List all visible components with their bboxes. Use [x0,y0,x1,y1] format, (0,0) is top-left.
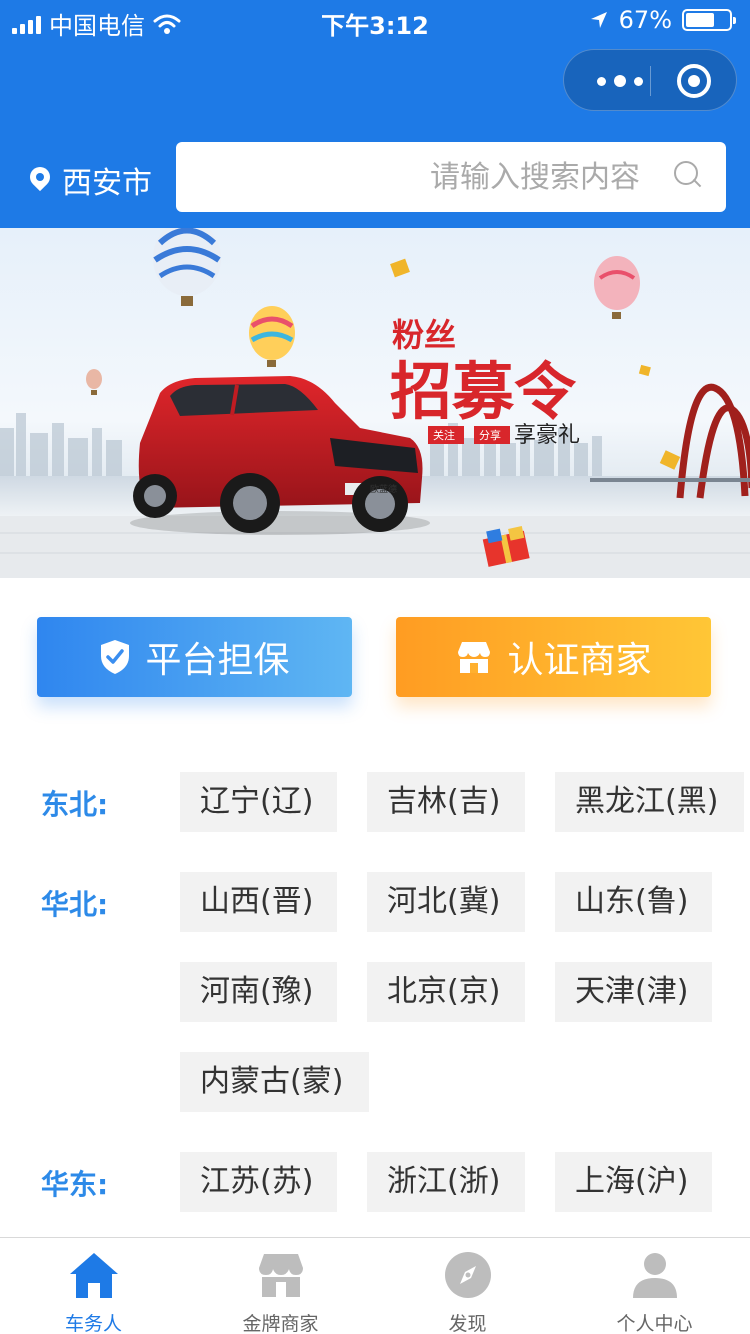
battery-percent: 67% [618,6,672,34]
province-chip[interactable]: 内蒙古(蒙) [180,1052,369,1112]
battery-icon [682,9,736,31]
province-chip[interactable]: 河北(冀) [367,872,525,932]
tab-discover-label: 发现 [448,1313,487,1334]
banner-line1: 粉丝 [392,316,456,354]
store-icon [458,642,491,673]
banner-line2: 招募令 [390,355,577,428]
capsule-divider [650,66,651,96]
merchant-label: 认证商家 [507,640,652,681]
region-label-huadong: 华东: [41,1168,109,1201]
promo-banner[interactable]: 欧蓝德 粉丝 招募令 关注 分享 享豪礼 [0,228,750,578]
province-chip[interactable]: 吉林(吉) [367,772,525,832]
banner-tag1: 关注 [433,428,455,442]
province-chip[interactable]: 山东(鲁) [555,872,712,932]
banner-line3: 享豪礼 [514,423,580,448]
mini-program-capsule [563,49,737,111]
search-input[interactable] [176,142,646,212]
shop-icon [259,1254,303,1297]
certified-merchant-button[interactable]: 认证商家 [396,617,711,697]
tab-home[interactable]: 车务人 [0,1238,187,1334]
more-icon[interactable] [590,72,650,90]
province-chip[interactable]: 浙江(浙) [367,1152,525,1212]
header: 中国电信 下午3:12 67% 西安市 [0,0,750,228]
location-pin-icon [28,167,52,193]
user-icon [633,1253,677,1298]
province-chip[interactable]: 天津(津) [555,962,712,1022]
tab-gold-merchants[interactable]: 金牌商家 [187,1238,374,1334]
banner-illustration: 欧蓝德 粉丝 招募令 关注 分享 享豪礼 [0,228,750,578]
province-chip[interactable]: 辽宁(辽) [180,772,337,832]
province-chip[interactable]: 北京(京) [367,962,525,1022]
city-label: 西安市 [62,166,152,201]
battery-level [686,13,715,27]
shield-check-icon [101,640,130,674]
plate-text: 欧蓝德 [370,483,397,494]
status-bar: 中国电信 下午3:12 67% [0,0,750,44]
tab-discover[interactable]: 发现 [374,1238,561,1334]
location-arrow-icon [590,12,607,28]
tab-home-label: 车务人 [64,1313,122,1334]
province-chip[interactable]: 河南(豫) [180,962,337,1022]
tab-profile[interactable]: 个人中心 [561,1238,748,1334]
banner-tag2: 分享 [479,428,501,442]
guarantee-label: 平台担保 [145,640,290,681]
bottom-tab-bar: 车务人 金牌商家 发现 个人中心 [0,1237,750,1334]
region-label-huabei: 华北: [41,888,109,921]
search-box[interactable] [176,142,726,212]
province-chip[interactable]: 上海(沪) [555,1152,712,1212]
province-chip[interactable]: 江苏(苏) [180,1152,337,1212]
tab-profile-label: 个人中心 [616,1313,693,1334]
platform-guarantee-button[interactable]: 平台担保 [37,617,352,697]
region-label-dongbei: 东北: [41,788,109,821]
status-right: 67% [589,6,736,34]
province-chip[interactable]: 山西(晋) [180,872,337,932]
search-icon[interactable] [674,161,704,191]
home-icon [70,1253,118,1298]
province-chip[interactable]: 黑龙江(黑) [555,772,744,832]
tab-gold-merchants-label: 金牌商家 [242,1313,319,1334]
close-target-icon[interactable] [677,64,711,98]
city-selector[interactable]: 西安市 [28,158,152,202]
compass-icon [445,1252,491,1298]
